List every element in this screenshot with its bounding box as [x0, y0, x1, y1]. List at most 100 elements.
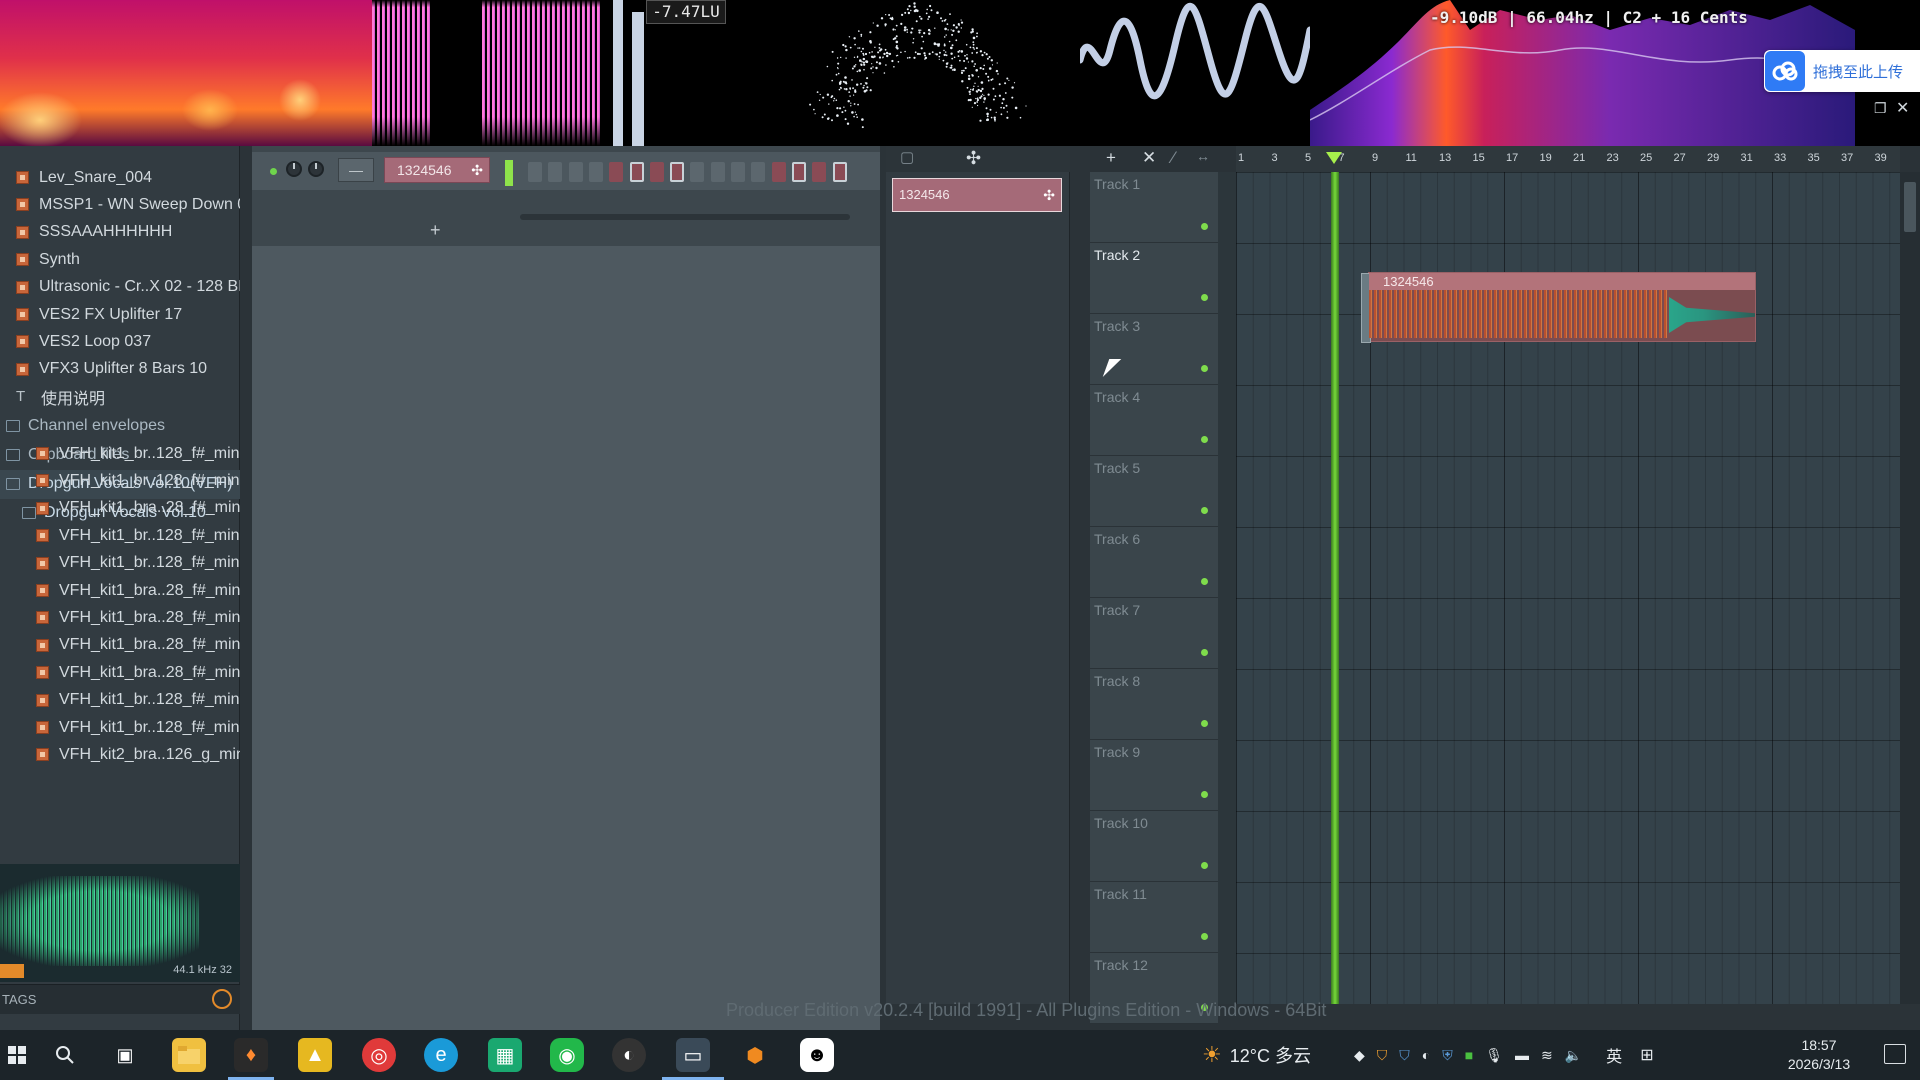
- pan-knob[interactable]: [286, 161, 302, 177]
- search-icon[interactable]: [48, 1038, 82, 1072]
- step-button[interactable]: [568, 162, 583, 182]
- track-header[interactable]: Track 6: [1090, 527, 1218, 598]
- track-header[interactable]: Track 2: [1090, 243, 1218, 314]
- system-clock[interactable]: 18:57 2026/3/13: [1774, 1036, 1864, 1074]
- track-header[interactable]: Track 1: [1090, 172, 1218, 243]
- track-mute-led[interactable]: [1201, 649, 1208, 656]
- browser-sample-item[interactable]: VFH_kit1_br..128_f#_minor: [0, 687, 240, 714]
- nvidia-icon[interactable]: ■: [1465, 1047, 1473, 1063]
- step-button[interactable]: [710, 162, 725, 182]
- app-yellow-icon[interactable]: ▲: [298, 1038, 332, 1072]
- volume-knob[interactable]: [308, 161, 324, 177]
- browser-sample-item[interactable]: VFH_kit1_br..128_f#_minor: [0, 550, 240, 577]
- davinci-icon[interactable]: ◐: [612, 1038, 646, 1072]
- track-mute-led[interactable]: [1201, 720, 1208, 727]
- browser-sample-item[interactable]: VFH_kit2_bra..126_g_minor: [0, 741, 240, 768]
- search-icon[interactable]: [212, 989, 232, 1009]
- browser-file-item[interactable]: VES2 FX Uplifter 17: [0, 301, 240, 328]
- track-mute-led[interactable]: [1201, 294, 1208, 301]
- fl-studio-icon[interactable]: ♦: [234, 1038, 268, 1072]
- step-button[interactable]: [791, 162, 806, 182]
- playlist-scrollbar[interactable]: [1900, 172, 1920, 1004]
- mixer-track-button[interactable]: —: [338, 158, 374, 182]
- weather-widget[interactable]: ☀ 12°C 多云: [1202, 1030, 1311, 1080]
- restore-icon[interactable]: ❐: [1874, 100, 1887, 117]
- step-button[interactable]: [588, 162, 603, 182]
- track-mute-led[interactable]: [1201, 933, 1208, 940]
- netease-music-icon[interactable]: ◎: [362, 1038, 396, 1072]
- track-header[interactable]: Track 8: [1090, 669, 1218, 740]
- step-button[interactable]: [548, 162, 563, 182]
- step-button[interactable]: [690, 162, 705, 182]
- channel-rack-scrollbar[interactable]: [520, 214, 850, 220]
- keyboard-layout-icon[interactable]: ⊞: [1640, 1045, 1653, 1065]
- browser-file-item[interactable]: Ultrasonic - Cr..X 02 - 128 BPM: [0, 274, 240, 301]
- task-view-icon[interactable]: ▣: [108, 1038, 142, 1072]
- step-button[interactable]: [528, 162, 542, 182]
- browser-folder[interactable]: Channel envelopes: [0, 411, 240, 440]
- stretch-icon[interactable]: ↔: [1196, 148, 1210, 164]
- wechat-icon[interactable]: ◉: [550, 1038, 584, 1072]
- browser-sample-item[interactable]: VFH_kit1_br..128_f#_minor: [0, 467, 240, 494]
- track-mute-led[interactable]: [1201, 365, 1208, 372]
- start-icon[interactable]: [0, 1038, 34, 1072]
- track-header[interactable]: Track 4: [1090, 385, 1218, 456]
- step-button[interactable]: [649, 162, 664, 182]
- preview-play-icon[interactable]: [0, 964, 24, 978]
- track-header[interactable]: Track 9: [1090, 740, 1218, 811]
- browser-file-item[interactable]: VFX3 Uplifter 8 Bars 10: [0, 356, 240, 383]
- browser-file-item[interactable]: SSSAAAHHHHHH: [0, 219, 240, 246]
- step-button[interactable]: [629, 162, 644, 182]
- volume-icon[interactable]: 🔈: [1565, 1047, 1582, 1064]
- file-explorer-icon[interactable]: [172, 1038, 206, 1072]
- ime-indicator[interactable]: 英: [1606, 1043, 1622, 1067]
- picker-pattern-icon[interactable]: ▢: [900, 148, 914, 166]
- delete-icon[interactable]: ✕: [1142, 148, 1156, 168]
- browser-file-item[interactable]: Synth: [0, 246, 240, 273]
- browser-sample-item[interactable]: VFH_kit1_bra..28_f#_minor: [0, 659, 240, 686]
- browser-file-item[interactable]: MSSP1 - WN Sweep Down 005: [0, 191, 240, 218]
- notification-icon[interactable]: [1884, 1044, 1906, 1064]
- step-button[interactable]: [751, 162, 766, 182]
- defender-icon[interactable]: ⛉: [1399, 1047, 1410, 1064]
- tags-label[interactable]: TAGS: [2, 992, 36, 1007]
- edge-icon[interactable]: e: [424, 1038, 458, 1072]
- browser-file-item[interactable]: VES2 Loop 037: [0, 328, 240, 355]
- scrollbar-thumb[interactable]: [1904, 182, 1916, 232]
- wifi-icon[interactable]: ≋: [1541, 1047, 1553, 1064]
- browser-sample-item[interactable]: VFH_kit1_br..128_f#_minor: [0, 714, 240, 741]
- pencil-icon[interactable]: ⁄: [1172, 148, 1175, 168]
- security-icon[interactable]: ⛉: [1377, 1047, 1388, 1064]
- browser-sample-item[interactable]: VFH_kit1_bra..28_f#_minor: [0, 632, 240, 659]
- track-header[interactable]: Track 11: [1090, 882, 1218, 953]
- tray-davinci-icon[interactable]: ◐: [1422, 1047, 1430, 1063]
- audio-clip[interactable]: 1324546: [1361, 272, 1756, 343]
- step-button[interactable]: [812, 162, 827, 182]
- window-app-icon[interactable]: ▭: [676, 1038, 710, 1072]
- add-channel-button[interactable]: +: [430, 220, 441, 241]
- close-icon[interactable]: ✕: [1896, 98, 1909, 118]
- browser-sample-item[interactable]: VFH_kit1_bra..28_f#_minor: [0, 577, 240, 604]
- tray-app-icon[interactable]: ◆: [1354, 1047, 1365, 1064]
- channel-mute-led[interactable]: [270, 168, 277, 175]
- step-button[interactable]: [609, 162, 624, 182]
- microphone-icon[interactable]: 🎙: [1485, 1047, 1503, 1064]
- qq-icon[interactable]: ☻: [800, 1038, 834, 1072]
- blender-icon[interactable]: ⬢: [738, 1038, 772, 1072]
- browser-sample-item[interactable]: VFH_kit1_br..128_f#_minor: [0, 440, 240, 467]
- track-mute-led[interactable]: [1201, 862, 1208, 869]
- track-header[interactable]: Track 5: [1090, 456, 1218, 527]
- track-mute-led[interactable]: [1201, 436, 1208, 443]
- picker-audio-icon[interactable]: ✣: [966, 148, 981, 169]
- browser-file-item[interactable]: Lev_Snare_004: [0, 164, 240, 191]
- track-mute-led[interactable]: [1201, 223, 1208, 230]
- step-button[interactable]: [832, 162, 847, 182]
- channel-name-button[interactable]: 1324546 ✣: [384, 157, 490, 183]
- cloud-upload-button[interactable]: 拖拽至此上传: [1764, 50, 1920, 92]
- app-green-icon[interactable]: ▦: [488, 1038, 522, 1072]
- battery-icon[interactable]: ▬: [1515, 1047, 1529, 1063]
- shield-icon[interactable]: ⛨: [1442, 1047, 1453, 1064]
- browser-sample-item[interactable]: VFH_kit1_bra..28_f#_minor: [0, 495, 240, 522]
- track-header[interactable]: Track 10: [1090, 811, 1218, 882]
- browser-sample-item[interactable]: VFH_kit1_br..128_f#_minor: [0, 522, 240, 549]
